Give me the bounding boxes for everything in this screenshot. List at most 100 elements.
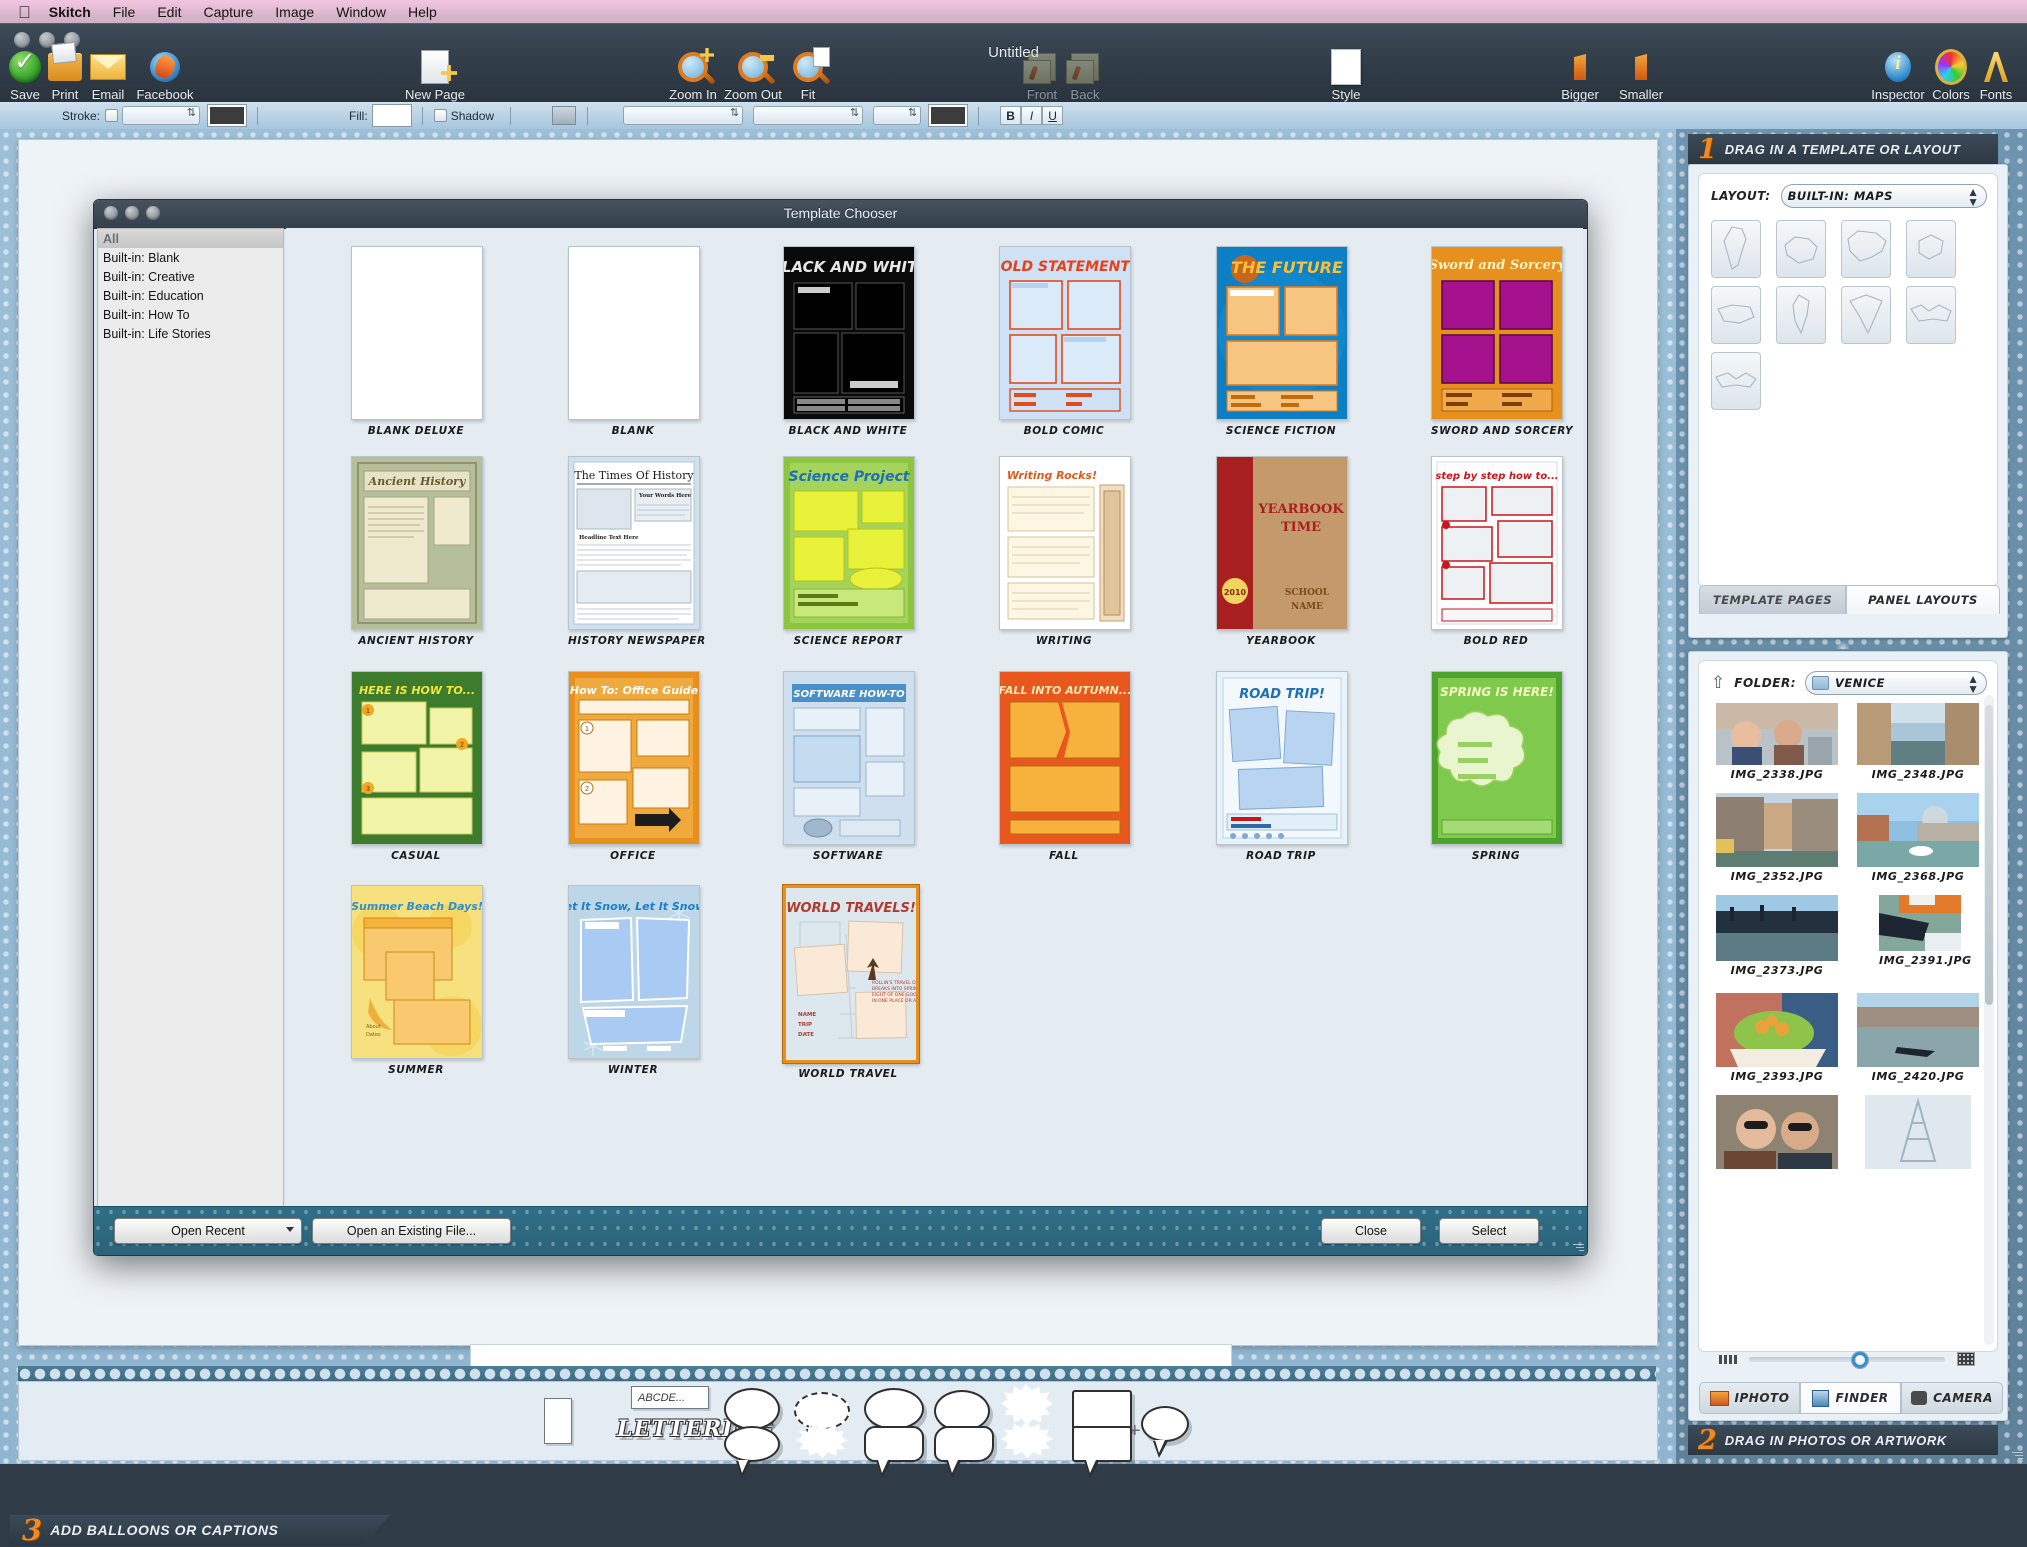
menu-item-image[interactable]: Image xyxy=(275,4,314,20)
tab-template-pages[interactable]: TEMPLATE PAGES xyxy=(1699,585,1846,614)
photo-item[interactable]: IMG_2352.JPG xyxy=(1716,793,1838,883)
text-color-swatch[interactable] xyxy=(929,105,968,126)
thumb-size-slider[interactable] xyxy=(1749,1350,1945,1369)
menu-item-window[interactable]: Window xyxy=(336,4,386,20)
go-up-icon[interactable]: ⇧ xyxy=(1711,673,1725,693)
template-card-blank-deluxe[interactable]: BLANK DELUXE xyxy=(351,246,483,437)
toolbar-fonts[interactable]: Fonts xyxy=(1963,50,2027,102)
dialog-title-bar[interactable]: Template Chooser xyxy=(94,200,1587,229)
sidebar-item-creative[interactable]: Built-in: Creative xyxy=(98,267,283,286)
menu-item-file[interactable]: File xyxy=(113,4,136,20)
underline-button[interactable]: U xyxy=(1042,106,1064,125)
photo-item[interactable] xyxy=(1716,1095,1838,1172)
map-thumb-europe[interactable] xyxy=(1906,220,1956,278)
template-card-blank[interactable]: BLANK xyxy=(568,246,700,437)
sidebar-item-education[interactable]: Built-in: Education xyxy=(98,286,283,305)
map-thumb-asia[interactable] xyxy=(1841,220,1891,278)
toolbar-style[interactable]: Style xyxy=(1303,49,1389,102)
toolbar-new-page[interactable]: New Page xyxy=(385,50,485,102)
photo-zoom-controls[interactable] xyxy=(1719,1350,1975,1369)
font-size-select[interactable] xyxy=(873,106,922,125)
tab-iphoto[interactable]: IPHOTO xyxy=(1699,1382,1800,1414)
toolbar-bigger[interactable]: Bigger xyxy=(1553,50,1607,102)
template-tabs[interactable]: TEMPLATE PAGES PANEL LAYOUTS xyxy=(1699,585,2000,614)
sidebar-item-life-stories[interactable]: Built-in: Life Stories xyxy=(98,324,283,343)
font-style-select[interactable] xyxy=(753,106,864,125)
stroke-checkbox[interactable] xyxy=(105,109,119,122)
template-card-fall[interactable]: FALL INTO AUTUMN... FALL xyxy=(999,671,1131,862)
balloon-oval[interactable] xyxy=(724,1388,780,1446)
photo-item[interactable] xyxy=(1865,1095,1971,1172)
shadow-checkbox[interactable] xyxy=(433,109,447,122)
dialog-sidebar[interactable]: All Built-in: Blank Built-in: Creative B… xyxy=(97,228,284,1220)
select-button[interactable]: Select xyxy=(1439,1218,1539,1244)
balloons-palette[interactable]: ABCDE... LETTERING + xyxy=(18,1381,1658,1478)
template-card-science-fiction[interactable]: THE FUTURE SCIENCE FICTION xyxy=(1216,246,1348,437)
photo-source-tabs[interactable]: IPHOTO FINDER CAMERA xyxy=(1699,1382,2003,1414)
menu-item-help[interactable]: Help xyxy=(408,4,437,20)
window-resize-grip[interactable] xyxy=(2010,1448,2023,1461)
photo-item[interactable]: IMG_2393.JPG xyxy=(1716,993,1838,1083)
sidebar-item-all[interactable]: All xyxy=(98,229,283,248)
toolbar-back[interactable]: Back xyxy=(1055,50,1115,102)
bold-button[interactable]: B xyxy=(1000,106,1022,125)
map-thumb-south-america[interactable] xyxy=(1776,286,1826,344)
thumb-size-slider-knob[interactable] xyxy=(1850,1350,1869,1369)
template-card-winter[interactable]: Let It Snow, Let It Snow! WINTER xyxy=(568,885,700,1076)
photo-item[interactable]: IMG_2373.JPG xyxy=(1716,895,1838,977)
template-card-yearbook[interactable]: YEARBOOK TIME 2010 SCHOOL NAME YEARBOOK xyxy=(1216,456,1348,647)
template-card-office[interactable]: How To: Office Guide 1 2 OFFICE xyxy=(568,671,700,862)
template-card-ancient-history[interactable]: Ancient History ANCIENT HISTORY xyxy=(351,456,483,647)
balloon-wobbly[interactable] xyxy=(934,1426,994,1478)
open-recent-button[interactable]: Open Recent xyxy=(114,1218,302,1244)
photo-scrollbar[interactable] xyxy=(1984,695,1994,1345)
text-box-shape[interactable]: ABCDE... xyxy=(631,1386,709,1409)
layout-browser[interactable]: LAYOUT: BUILT-IN: MAPS ▲ ▼ xyxy=(1698,173,1998,587)
fill-color-swatch[interactable] xyxy=(372,105,411,126)
photo-item[interactable]: IMG_2420.JPG xyxy=(1857,993,1979,1083)
photo-scrollbar-thumb[interactable] xyxy=(1985,705,1993,1005)
balloon-rounded-rect[interactable] xyxy=(864,1426,924,1478)
template-grid[interactable]: BLANK DELUXE BLANK BLACK AND WHITE xyxy=(286,228,1583,1246)
image-pattern-button[interactable] xyxy=(552,106,577,125)
template-card-science-report[interactable]: Science Project SCIENCE REPORT xyxy=(783,456,915,647)
template-card-bold-comic[interactable]: BOLD STATEMENTS BOLD COMIC xyxy=(999,246,1131,437)
open-existing-button[interactable]: Open an Existing File... xyxy=(312,1218,511,1244)
italic-button[interactable]: I xyxy=(1021,106,1043,125)
close-button[interactable]: Close xyxy=(1321,1218,1421,1244)
template-card-sword-and-sorcery[interactable]: Sword and Sorcery SWORD AND SORCERY xyxy=(1431,246,1573,437)
stroke-width-select[interactable] xyxy=(122,106,201,125)
template-card-world-travel[interactable]: WORLD TRAVELS! ROLLIN'S TRAVEL DREAMS BR… xyxy=(783,885,919,1080)
template-card-bold-red[interactable]: step by step how to... BOLD RED xyxy=(1431,456,1563,647)
balloon-burst-2[interactable] xyxy=(999,1422,1053,1460)
layout-select[interactable]: BUILT-IN: MAPS ▲ ▼ xyxy=(1780,184,1987,208)
tab-panel-layouts[interactable]: PANEL LAYOUTS xyxy=(1846,585,2000,614)
balloon-spiky-oval[interactable] xyxy=(794,1424,848,1460)
map-thumb-north-america[interactable] xyxy=(1841,286,1891,344)
menu-item-skitch[interactable]: Skitch xyxy=(49,4,91,20)
toolbar-fit[interactable]: Fit xyxy=(765,47,851,102)
sidebar-item-how-to[interactable]: Built-in: How To xyxy=(98,305,283,324)
large-thumbs-icon[interactable] xyxy=(1957,1352,1975,1366)
sidebar-item-blank[interactable]: Built-in: Blank xyxy=(98,248,283,267)
balloon-rect[interactable] xyxy=(1072,1390,1132,1446)
toolbar-smaller[interactable]: Smaller xyxy=(1609,50,1673,102)
template-card-writing[interactable]: Writing Rocks! WRITING xyxy=(999,456,1131,647)
map-thumb-africa[interactable] xyxy=(1711,220,1761,278)
tab-camera[interactable]: CAMERA xyxy=(1901,1382,2003,1414)
photo-item[interactable]: IMG_2338.JPG xyxy=(1716,703,1838,781)
balloon-thought[interactable] xyxy=(864,1388,924,1446)
template-card-software[interactable]: SOFTWARE HOW-TO SOFTWARE xyxy=(783,671,915,862)
map-thumb-world-flat[interactable] xyxy=(1906,286,1956,344)
map-thumb-usa[interactable] xyxy=(1711,286,1761,344)
stroke-color-swatch[interactable] xyxy=(208,105,247,126)
photo-item[interactable]: IMG_2368.JPG xyxy=(1857,793,1979,883)
template-card-black-and-white[interactable]: BLACK AND WHITE BLACK AND WHITE xyxy=(783,246,915,437)
template-card-spring[interactable]: SPRING IS HERE! SPRING xyxy=(1431,671,1563,862)
template-card-road-trip[interactable]: ROAD TRIP! ROAD TRIP xyxy=(1216,671,1348,862)
folder-select[interactable]: VENICE ▲ ▼ xyxy=(1805,671,1987,695)
font-family-select[interactable] xyxy=(623,106,744,125)
menu-item-edit[interactable]: Edit xyxy=(157,4,181,20)
toolbar-facebook[interactable]: Facebook xyxy=(117,50,213,102)
photo-item[interactable]: IMG_2348.JPG xyxy=(1857,703,1979,781)
